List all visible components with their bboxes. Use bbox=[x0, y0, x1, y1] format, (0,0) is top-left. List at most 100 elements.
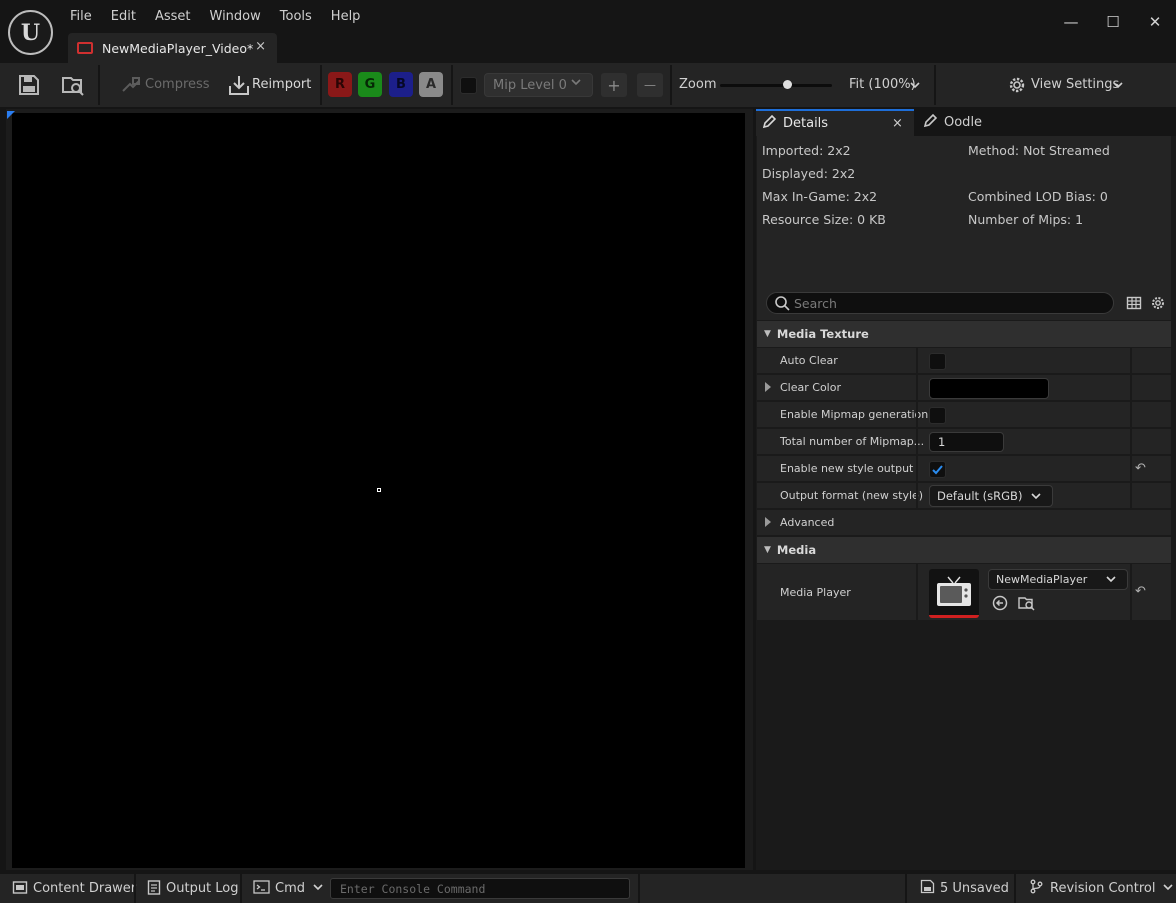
minimize-button[interactable]: — bbox=[1059, 10, 1083, 34]
table-view-icon[interactable] bbox=[1126, 295, 1142, 314]
advanced-label: Advanced bbox=[780, 516, 835, 529]
column-divider bbox=[1130, 564, 1132, 620]
menu-asset[interactable]: Asset bbox=[145, 4, 200, 28]
menu-file[interactable]: File bbox=[60, 4, 101, 28]
compress-button[interactable]: Compress bbox=[145, 77, 210, 92]
column-divider bbox=[1130, 348, 1132, 373]
zoom-fit-dropdown[interactable]: Fit (100%) bbox=[849, 77, 916, 92]
expand-arrow-icon[interactable] bbox=[765, 382, 771, 392]
title-bar: U File Edit Asset Window Tools Help NewM… bbox=[0, 0, 1176, 63]
menu-edit[interactable]: Edit bbox=[101, 4, 145, 28]
menu-tools[interactable]: Tools bbox=[270, 4, 321, 28]
property-label: Output format (new style) bbox=[780, 489, 924, 502]
property-row-clear-color: Clear Color bbox=[757, 375, 1171, 401]
tab-details[interactable]: Details × bbox=[756, 109, 914, 136]
expand-arrow-icon[interactable] bbox=[765, 517, 771, 527]
zoom-slider[interactable] bbox=[720, 84, 832, 87]
close-tab-icon[interactable]: × bbox=[255, 39, 266, 54]
cmd-label: Cmd bbox=[275, 881, 305, 896]
chevron-down-icon bbox=[1162, 881, 1174, 897]
category-media[interactable]: ▼ Media bbox=[757, 537, 1171, 563]
revision-control-button[interactable]: Revision Control bbox=[1029, 874, 1174, 903]
use-selected-asset-icon[interactable] bbox=[992, 595, 1008, 614]
toolbar-divider bbox=[670, 65, 672, 105]
enable-new-style-checkbox[interactable] bbox=[929, 461, 946, 478]
property-label: Enable new style output bbox=[780, 462, 914, 475]
category-media-texture[interactable]: ▼ Media Texture bbox=[757, 321, 1171, 347]
status-divider bbox=[240, 874, 242, 903]
media-player-thumbnail[interactable] bbox=[929, 569, 979, 618]
column-divider bbox=[1130, 402, 1132, 427]
viewport-corner-marker bbox=[7, 111, 15, 119]
chevron-down-icon bbox=[1112, 79, 1124, 94]
content-drawer-icon bbox=[12, 879, 28, 899]
mip-level-checkbox[interactable] bbox=[460, 77, 477, 94]
unsaved-button[interactable]: 5 Unsaved bbox=[920, 874, 1009, 903]
asset-tab-label: NewMediaPlayer_Video* bbox=[102, 40, 254, 56]
output-format-dropdown[interactable]: Default (sRGB) bbox=[929, 485, 1053, 507]
content-drawer-button[interactable]: Content Drawer bbox=[12, 874, 136, 903]
tv-icon bbox=[937, 576, 971, 606]
menu-help[interactable]: Help bbox=[321, 4, 370, 28]
terminal-icon bbox=[253, 879, 270, 898]
console-command-input[interactable]: Enter Console Command bbox=[330, 878, 630, 899]
revision-control-icon bbox=[1029, 879, 1044, 898]
output-format-value: Default (sRGB) bbox=[937, 489, 1023, 503]
mip-decrease-button[interactable]: — bbox=[637, 73, 663, 97]
close-window-button[interactable]: ✕ bbox=[1143, 10, 1167, 34]
property-row-enable-mipmap: Enable Mipmap generation bbox=[757, 402, 1171, 428]
menu-window[interactable]: Window bbox=[200, 4, 270, 28]
reset-to-default-icon[interactable]: ↶ bbox=[1135, 584, 1146, 599]
mip-increase-button[interactable]: + bbox=[601, 73, 627, 97]
property-row-total-mipmaps: Total number of Mipmap... 1 bbox=[757, 429, 1171, 455]
save-icon[interactable] bbox=[17, 73, 41, 97]
asset-tab[interactable]: NewMediaPlayer_Video* × bbox=[68, 33, 277, 63]
column-divider bbox=[916, 429, 918, 454]
cmd-dropdown[interactable]: Cmd bbox=[253, 874, 324, 903]
browse-asset-icon[interactable] bbox=[1018, 595, 1036, 614]
unreal-logo-icon[interactable]: U bbox=[8, 10, 53, 55]
mip-level-dropdown[interactable]: Mip Level 0 bbox=[484, 73, 593, 97]
reimport-button[interactable]: Reimport bbox=[252, 77, 311, 92]
toolbar-divider bbox=[320, 65, 322, 105]
info-combined-lod: Combined LOD Bias: 0 bbox=[968, 189, 1108, 204]
details-search-input[interactable]: Search bbox=[766, 292, 1114, 314]
channel-g-toggle[interactable]: G bbox=[358, 72, 382, 97]
media-player-asset-dropdown[interactable]: NewMediaPlayer bbox=[988, 569, 1128, 590]
zoom-slider-handle[interactable] bbox=[783, 80, 793, 89]
mip-level-label: Mip Level 0 bbox=[493, 78, 567, 93]
view-settings-button[interactable]: View Settings bbox=[1031, 77, 1119, 92]
output-log-label: Output Log bbox=[166, 881, 239, 896]
chevron-down-icon bbox=[909, 79, 921, 94]
chevron-down-icon bbox=[1030, 490, 1042, 505]
column-divider bbox=[916, 456, 918, 481]
channel-a-toggle[interactable]: A bbox=[419, 72, 443, 97]
tab-oodle[interactable]: Oodle bbox=[918, 109, 1038, 136]
status-bar: Content Drawer Output Log Cmd Enter Cons… bbox=[0, 874, 1176, 903]
texture-preview-pixel bbox=[377, 488, 381, 492]
toolbar-divider bbox=[451, 65, 453, 105]
gear-icon[interactable] bbox=[1150, 295, 1166, 314]
toolbar-divider bbox=[98, 65, 100, 105]
reset-to-default-icon[interactable]: ↶ bbox=[1135, 461, 1146, 476]
auto-clear-checkbox[interactable] bbox=[929, 353, 946, 370]
gear-icon bbox=[1007, 75, 1027, 98]
output-log-button[interactable]: Output Log bbox=[147, 874, 239, 903]
property-row-advanced[interactable]: Advanced bbox=[757, 510, 1171, 536]
clear-color-swatch[interactable] bbox=[929, 378, 1049, 399]
media-texture-icon bbox=[77, 42, 93, 54]
enable-mipmap-checkbox[interactable] bbox=[929, 407, 946, 424]
toolbar-divider bbox=[934, 65, 936, 105]
info-resource-size: Resource Size: 0 KB bbox=[762, 212, 886, 227]
browse-asset-icon[interactable] bbox=[61, 73, 85, 97]
property-row-media-player: Media Player NewMediaPlayer ↶ bbox=[757, 564, 1171, 621]
close-details-icon[interactable]: × bbox=[892, 116, 903, 131]
status-divider bbox=[638, 874, 640, 903]
property-row-enable-new-style: Enable new style output ↶ bbox=[757, 456, 1171, 482]
total-mipmaps-input[interactable]: 1 bbox=[929, 432, 1004, 452]
channel-r-toggle[interactable]: R bbox=[328, 72, 352, 97]
toolbar: Compress Reimport R G B A Mip Level 0 + … bbox=[0, 63, 1176, 107]
channel-b-toggle[interactable]: B bbox=[389, 72, 413, 97]
maximize-button[interactable]: ☐ bbox=[1101, 10, 1125, 34]
property-label: Enable Mipmap generation bbox=[780, 408, 929, 421]
